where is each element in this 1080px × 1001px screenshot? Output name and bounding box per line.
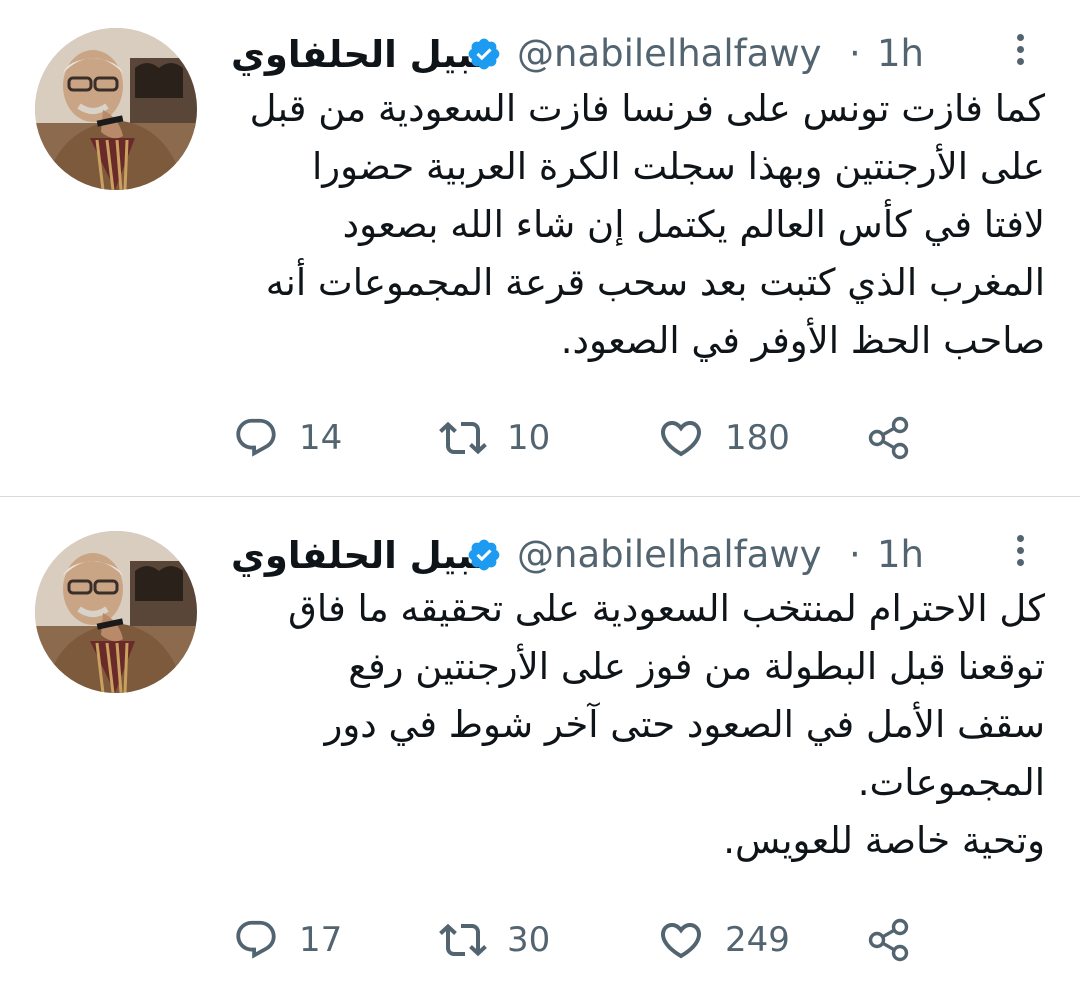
like-count: 180	[725, 418, 790, 458]
tweet[interactable]: نبيل الحلفاوي @nabilelhalfawy · 1h كما ف…	[0, 0, 1080, 497]
reply-button[interactable]: 14	[233, 413, 342, 463]
tweet-text-line: لافتا في كأس العالم يكتمل إن شاء الله بص…	[342, 203, 1045, 246]
tweet-text-line: كما فازت تونس على فرنسا فازت السعودية من…	[249, 87, 1045, 130]
share-button[interactable]	[865, 413, 913, 463]
tweet-header: نبيل الحلفاوي @nabilelhalfawy · 1h	[225, 531, 1080, 581]
retweet-button[interactable]: 30	[439, 915, 550, 965]
reply-button[interactable]: 17	[233, 915, 342, 965]
avatar[interactable]	[35, 531, 197, 693]
more-vertical-icon[interactable]	[1013, 30, 1027, 74]
author-name[interactable]: نبيل الحلفاوي	[231, 533, 487, 579]
reply-count: 14	[299, 418, 343, 458]
tweet[interactable]: نبيل الحلفاوي @nabilelhalfawy · 1h كل ال…	[0, 497, 1080, 1001]
share-icon	[868, 416, 909, 460]
timestamp[interactable]: 1h	[877, 31, 924, 77]
reply-count: 17	[299, 920, 343, 960]
more-vertical-icon[interactable]	[1013, 531, 1027, 575]
separator-dot: ·	[849, 533, 861, 576]
author-handle[interactable]: @nabilelhalfawy	[517, 532, 821, 578]
retweet-count: 10	[507, 418, 551, 458]
tweet-text-line: سقف الأمل في الصعود حتى آخر شوط في دور	[324, 703, 1045, 746]
tweet-text-line: توقعنا قبل البطولة من فوز على الأرجنتين …	[348, 645, 1045, 688]
tweet-text-line: على الأرجنتين وبهذا سجلت الكرة العربية ح…	[311, 145, 1045, 188]
tweet-text-line: كل الاحترام لمنتخب السعودية على تحقيقه م…	[288, 587, 1045, 630]
tweet-text: كما فازت تونس على فرنسا فازت السعودية من…	[225, 80, 1045, 370]
verified-badge-icon	[466, 537, 502, 573]
share-button[interactable]	[865, 915, 913, 965]
tweet-text-line: صاحب الحظ الأوفر في الصعود.	[560, 319, 1045, 362]
retweet-icon	[439, 923, 487, 957]
tweet-actions: 17 30 249	[225, 915, 1080, 965]
avatar[interactable]	[35, 28, 197, 190]
retweet-count: 30	[507, 920, 551, 960]
like-button[interactable]: 249	[657, 915, 790, 965]
retweet-button[interactable]: 10	[439, 413, 550, 463]
separator-dot: ·	[849, 32, 861, 75]
like-button[interactable]: 180	[657, 413, 790, 463]
retweet-icon	[439, 421, 487, 455]
reply-icon	[236, 418, 276, 457]
tweet-actions: 14 10 180	[225, 413, 1080, 463]
tweet-header: نبيل الحلفاوي @nabilelhalfawy · 1h	[225, 30, 1080, 80]
author-handle[interactable]: @nabilelhalfawy	[517, 31, 821, 77]
tweet-text-line: وتحية خاصة للعويس.	[723, 819, 1045, 862]
timestamp[interactable]: 1h	[877, 532, 924, 578]
share-icon	[868, 918, 909, 962]
like-count: 249	[725, 920, 790, 960]
author-name[interactable]: نبيل الحلفاوي	[231, 32, 487, 78]
reply-icon	[236, 920, 276, 959]
heart-icon	[660, 421, 702, 457]
tweet-text-line: المجموعات.	[857, 761, 1045, 804]
tweet-text-line: المغرب الذي كتبت بعد سحب قرعة المجموعات …	[265, 261, 1045, 304]
tweet-text: كل الاحترام لمنتخب السعودية على تحقيقه م…	[225, 580, 1045, 870]
heart-icon	[660, 923, 702, 959]
verified-badge-icon	[466, 36, 502, 72]
